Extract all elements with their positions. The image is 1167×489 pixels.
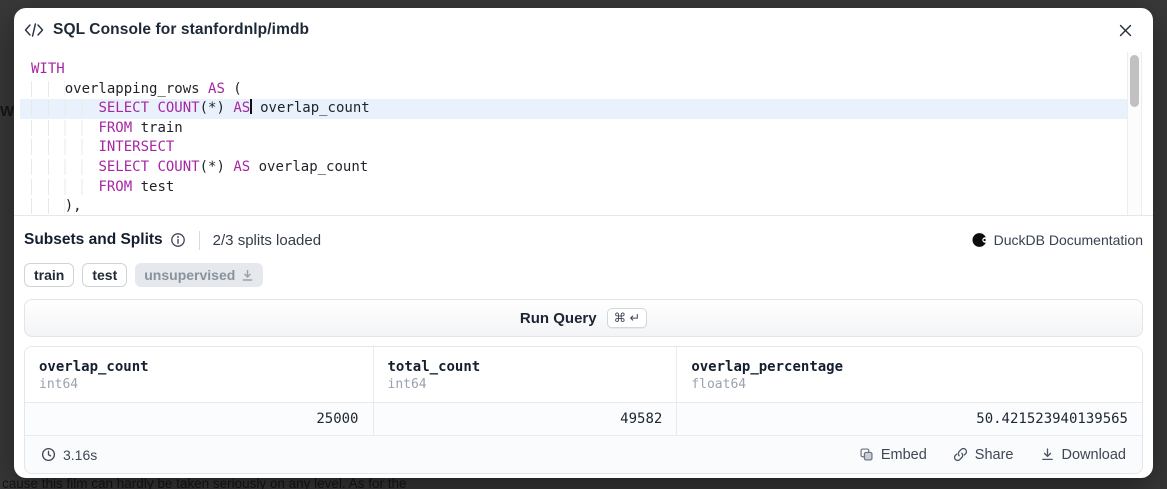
share-button[interactable]: Share bbox=[953, 447, 1014, 463]
code-line: WITH bbox=[20, 60, 1153, 80]
code-icon bbox=[24, 22, 44, 38]
results-actions: Embed Share bbox=[859, 447, 1126, 463]
results-footer: 3.16s Embed bbox=[25, 436, 1142, 473]
column-type: float64 bbox=[691, 376, 1128, 393]
modal-body: Subsets and Splits 2/3 splits loaded bbox=[14, 227, 1153, 474]
vertical-divider bbox=[199, 231, 200, 250]
split-pill-train[interactable]: train bbox=[24, 263, 74, 287]
info-icon[interactable] bbox=[170, 232, 186, 248]
clock-icon bbox=[41, 447, 56, 462]
modal-title: SQL Console for stanfordnlp/imdb bbox=[53, 21, 309, 39]
duckdb-documentation-label: DuckDB Documentation bbox=[994, 232, 1143, 248]
sql-console-modal: SQL Console for stanfordnlp/imdb WITH ov… bbox=[14, 8, 1153, 478]
code-line: FROM train bbox=[20, 119, 1153, 139]
column-header: overlap_percentage float64 bbox=[677, 347, 1142, 402]
query-duration-value: 3.16s bbox=[63, 447, 97, 463]
table-cell: 49582 bbox=[374, 403, 678, 435]
splits-tags-row: train test unsupervised bbox=[24, 263, 1143, 287]
code-line: overlapping_rows AS ( bbox=[20, 80, 1153, 100]
run-query-label: Run Query bbox=[520, 310, 597, 327]
modal-header: SQL Console for stanfordnlp/imdb bbox=[14, 8, 1153, 52]
code-line: SELECT COUNT(*) AS overlap_count bbox=[20, 158, 1153, 178]
column-name: total_count bbox=[388, 358, 663, 376]
split-pill-unsupervised[interactable]: unsupervised bbox=[135, 263, 263, 287]
column-name: overlap_count bbox=[39, 358, 359, 376]
download-icon bbox=[1040, 447, 1055, 462]
code-lines: WITH overlapping_rows AS ( SELECT COUNT(… bbox=[20, 60, 1153, 216]
split-pill-label: unsupervised bbox=[144, 267, 235, 283]
embed-icon bbox=[859, 447, 874, 462]
download-label: Download bbox=[1062, 447, 1127, 463]
split-pill-test[interactable]: test bbox=[82, 263, 127, 287]
code-line: FROM test bbox=[20, 178, 1153, 198]
query-duration: 3.16s bbox=[41, 447, 97, 463]
sql-code-editor[interactable]: WITH overlapping_rows AS ( SELECT COUNT(… bbox=[14, 52, 1153, 216]
subsets-heading: Subsets and Splits bbox=[24, 231, 163, 249]
editor-scrollbar-track[interactable] bbox=[1127, 52, 1142, 215]
table-cell: 25000 bbox=[25, 403, 374, 435]
editor-scrollbar-thumb[interactable] bbox=[1130, 55, 1139, 107]
subsets-row: Subsets and Splits 2/3 splits loaded bbox=[24, 227, 1143, 253]
code-line: ), bbox=[20, 197, 1153, 216]
screen: W cause this film can hardly be taken se… bbox=[0, 0, 1167, 489]
code-line: SELECT COUNT(*) AS overlap_count bbox=[20, 99, 1129, 119]
table-row: 25000 49582 50.421523940139565 bbox=[25, 403, 1142, 436]
download-button[interactable]: Download bbox=[1040, 447, 1127, 463]
dimmed-background-fragment: W bbox=[0, 103, 14, 120]
share-label: Share bbox=[975, 447, 1014, 463]
results-header-row: overlap_count int64 total_count int64 ov… bbox=[25, 347, 1142, 403]
share-icon bbox=[953, 447, 968, 462]
table-cell: 50.421523940139565 bbox=[677, 403, 1142, 435]
column-name: overlap_percentage bbox=[691, 358, 1128, 376]
column-type: int64 bbox=[388, 376, 663, 393]
duckdb-logo-icon bbox=[972, 232, 988, 248]
keyboard-shortcut-badge: ⌘ ↵ bbox=[607, 308, 647, 328]
splits-loaded-status: 2/3 splits loaded bbox=[213, 232, 321, 249]
code-line: INTERSECT bbox=[20, 138, 1153, 158]
column-header: total_count int64 bbox=[374, 347, 678, 402]
column-header: overlap_count int64 bbox=[25, 347, 374, 402]
close-button[interactable] bbox=[1113, 18, 1137, 42]
close-icon bbox=[1118, 23, 1133, 38]
download-split-icon bbox=[241, 269, 254, 282]
run-query-button[interactable]: Run Query ⌘ ↵ bbox=[24, 299, 1143, 337]
duckdb-documentation-link[interactable]: DuckDB Documentation bbox=[972, 232, 1143, 248]
column-type: int64 bbox=[39, 376, 359, 393]
embed-button[interactable]: Embed bbox=[859, 447, 927, 463]
query-results-table: overlap_count int64 total_count int64 ov… bbox=[24, 346, 1143, 474]
embed-label: Embed bbox=[881, 447, 927, 463]
